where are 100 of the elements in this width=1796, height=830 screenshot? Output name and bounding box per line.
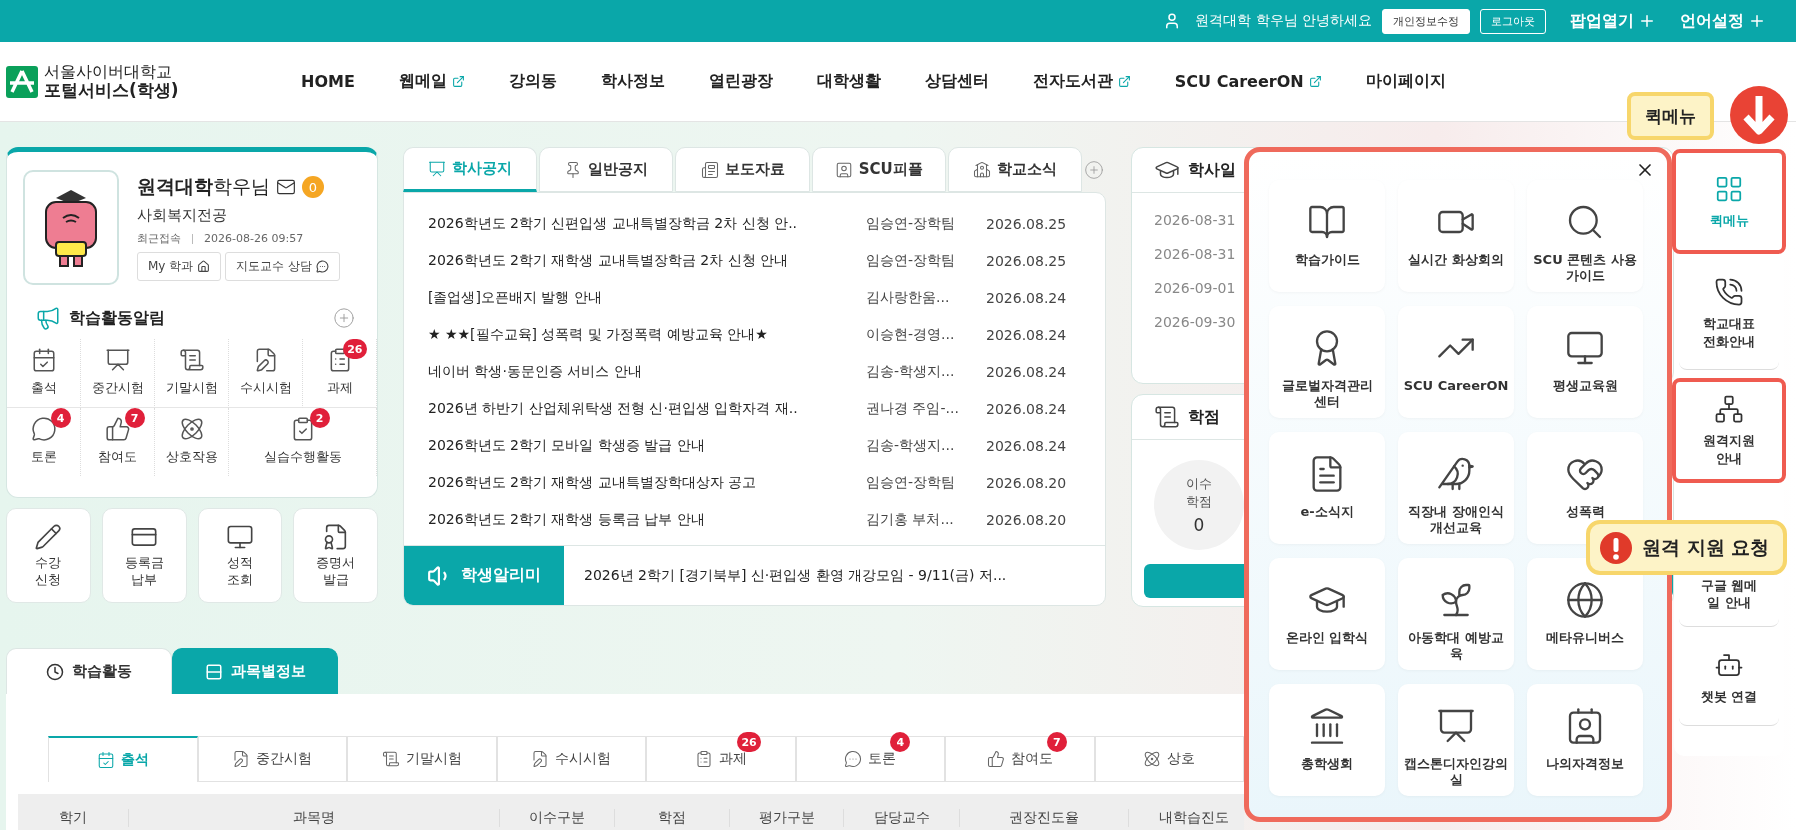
- activity-item[interactable]: 4 토론: [7, 408, 81, 476]
- activity-item[interactable]: 7 참여도: [81, 408, 155, 476]
- side-menu-label: 원격지원 안내: [1702, 431, 1756, 468]
- nav-link[interactable]: 전자도서관: [1032, 71, 1131, 92]
- atom-icon: [178, 416, 205, 442]
- notice-title[interactable]: 2026학년도 2학기 신편입생 교내특별장학금 2차 신청 안..: [428, 214, 866, 233]
- last-login-label: 최근접속: [137, 231, 181, 246]
- quick-menu-item[interactable]: SCU 콘텐츠 사용 가이드: [1527, 180, 1643, 292]
- mail-count: 0: [302, 176, 324, 198]
- nav-link[interactable]: 강의동: [508, 71, 557, 92]
- notice-tab[interactable]: 학교소식: [947, 147, 1082, 192]
- nav-link[interactable]: 웹메일: [398, 71, 465, 92]
- section-tab[interactable]: 학습활동: [6, 648, 172, 694]
- notice-title[interactable]: ★ ★★[필수교육] 성폭력 및 가정폭력 예방교육 안내★: [428, 325, 866, 344]
- quick-menu-item[interactable]: e-소식지: [1269, 432, 1385, 544]
- notice-title[interactable]: 2026학년도 2학기 재학생 등록금 납부 안내: [428, 510, 866, 529]
- external-link-icon: [451, 75, 465, 88]
- quick-menu-label: e-소식지: [1300, 504, 1354, 521]
- quick-link-card[interactable]: 수강 신청: [6, 508, 91, 603]
- activity-label: 과제: [326, 379, 353, 397]
- notice-author: 임승연-장학팀: [866, 473, 957, 492]
- quick-menu-item[interactable]: 직장내 장애인식 개선교육: [1398, 432, 1514, 544]
- side-menu-item[interactable]: 학교대표 전화안내: [1679, 258, 1779, 370]
- quick-menu-item[interactable]: SCU CareerON: [1398, 306, 1514, 418]
- quick-menu-label: 온라인 입학식: [1285, 630, 1369, 647]
- notice-tab[interactable]: SCU피플: [811, 147, 946, 192]
- quick-menu-item[interactable]: 성폭력: [1527, 432, 1643, 544]
- pencil-icon: [34, 522, 63, 551]
- activity-item[interactable]: 26 과제: [303, 339, 377, 408]
- notice-title[interactable]: 2026학년도 2학기 재학생 교내특별장학대상자 공고: [428, 473, 866, 492]
- chat-icon: [316, 260, 330, 273]
- activity-item[interactable]: 2 실습수행활동: [229, 408, 377, 476]
- quick-menu-item[interactable]: 메타유니버스: [1527, 558, 1643, 670]
- thumbs-up-icon: [986, 750, 1005, 768]
- quick-link-card[interactable]: 등록금 납부: [101, 508, 187, 603]
- notice-title[interactable]: 네이버 학생·동문인증 서비스 안내: [428, 362, 866, 381]
- activity-label: 출석: [30, 379, 57, 397]
- quick-menu-label: 평생교육원: [1552, 378, 1618, 395]
- major-text: 사회복지전공: [137, 206, 228, 225]
- nav-link[interactable]: SCU CareerON: [1174, 71, 1322, 92]
- quick-menu-item[interactable]: 총학생회: [1269, 684, 1385, 796]
- activity-item[interactable]: 상호작용: [155, 408, 229, 476]
- mail-icon[interactable]: [276, 177, 296, 197]
- edit-profile-button[interactable]: 개인정보수정: [1382, 8, 1470, 34]
- side-menu-item[interactable]: 챗봇 연결: [1679, 631, 1779, 726]
- scroll-icon: [178, 347, 205, 373]
- notice-date: 2026.08.20: [986, 474, 1068, 491]
- stat-label: 이수 학점: [1185, 475, 1213, 511]
- notice-title[interactable]: [졸업생]오픈배지 발행 안내: [428, 288, 866, 307]
- quick-menu-label: 글로벌자격관리 센터: [1280, 378, 1374, 411]
- quick-link-card[interactable]: 성적 조회: [197, 508, 283, 603]
- quick-menu-item[interactable]: 실시간 화상회의: [1398, 180, 1514, 292]
- notice-tab[interactable]: 일반공지: [539, 147, 674, 192]
- activity-item[interactable]: 출석: [7, 339, 81, 408]
- logo-icon: [6, 65, 38, 98]
- quick-menu-item[interactable]: 평생교육원: [1527, 306, 1643, 418]
- advisor-button[interactable]: 지도교수 상담: [225, 252, 341, 281]
- notice-author: 이승현-경영...: [866, 325, 956, 344]
- quick-menu-item[interactable]: 캡스톤디자인강의실: [1398, 684, 1514, 796]
- subject-tab[interactable]: 기말시험: [347, 736, 497, 782]
- quick-menu-label: SCU 콘텐츠 사용 가이드: [1532, 252, 1638, 285]
- subject-tab[interactable]: 중간시험: [197, 736, 347, 782]
- column-header: 학점: [615, 809, 730, 827]
- quick-menu-label: 직장내 장애인식 개선교육: [1407, 504, 1505, 537]
- nav-link[interactable]: 마이페이지: [1365, 71, 1446, 92]
- subject-tab[interactable]: 수시시험: [496, 736, 646, 782]
- subject-tab[interactable]: 상호: [1094, 736, 1244, 782]
- quick-menu-label: 캡스톤디자인강의실: [1403, 756, 1509, 789]
- logo-subtitle: 포털서비스(학생): [44, 80, 179, 101]
- quick-menu-item[interactable]: 나의자격정보: [1527, 684, 1643, 796]
- notice-title[interactable]: 2026학년도 2학기 재학생 교내특별장학금 2차 신청 안내: [428, 251, 866, 270]
- quick-link-label: 등록금 납부: [124, 554, 164, 589]
- nav-link[interactable]: 학사정보: [600, 71, 665, 92]
- nav-link[interactable]: 열린광장: [708, 71, 773, 92]
- nav-link[interactable]: 상담센터: [924, 71, 989, 92]
- calendar-date: 2026-08-31: [1154, 245, 1236, 264]
- ticker-text[interactable]: 2026년 2학기 [경기북부] 신·편입생 환영 개강모임 - 9/11(금) 저...: [564, 566, 1007, 585]
- quick-menu-item[interactable]: 아동학대 예방교육: [1398, 558, 1514, 670]
- quick-link-card[interactable]: 증명서 발급: [293, 508, 378, 603]
- my-department-button[interactable]: My 학과: [137, 252, 222, 281]
- notice-tab[interactable]: 보도자료: [675, 147, 810, 192]
- notice-title[interactable]: 2026학년도 2학기 모바일 학생증 발급 안내: [428, 436, 866, 455]
- scroll-icon: [381, 750, 400, 768]
- quick-menu-item[interactable]: 학습가이드: [1269, 180, 1385, 292]
- nav-link[interactable]: HOME: [301, 71, 355, 92]
- network-icon: [1714, 393, 1744, 424]
- notice-author: 김송-학생지...: [866, 362, 956, 381]
- activity-item[interactable]: 기말시험: [155, 339, 229, 408]
- notice-title[interactable]: 2026년 하반기 산업체위탁생 전형 신·편입생 입학자격 재..: [428, 399, 866, 418]
- file-pen-icon: [232, 750, 251, 768]
- nav-link[interactable]: 대학생활: [816, 71, 881, 92]
- side-menu-label: 챗봇 연결: [1699, 688, 1759, 706]
- plus-icon: [1748, 12, 1766, 30]
- callout-label: 퀵메뉴: [1627, 92, 1714, 140]
- quick-menu-label: 메타유니버스: [1546, 630, 1624, 647]
- side-menu-item[interactable]: 원격지원 안내: [1672, 378, 1786, 483]
- quick-menu-item[interactable]: 온라인 입학식: [1269, 558, 1385, 670]
- activity-item[interactable]: 중간시험: [81, 339, 155, 408]
- activity-item[interactable]: 수시시험: [229, 339, 303, 408]
- quick-menu-item[interactable]: 글로벌자격관리 센터: [1269, 306, 1385, 418]
